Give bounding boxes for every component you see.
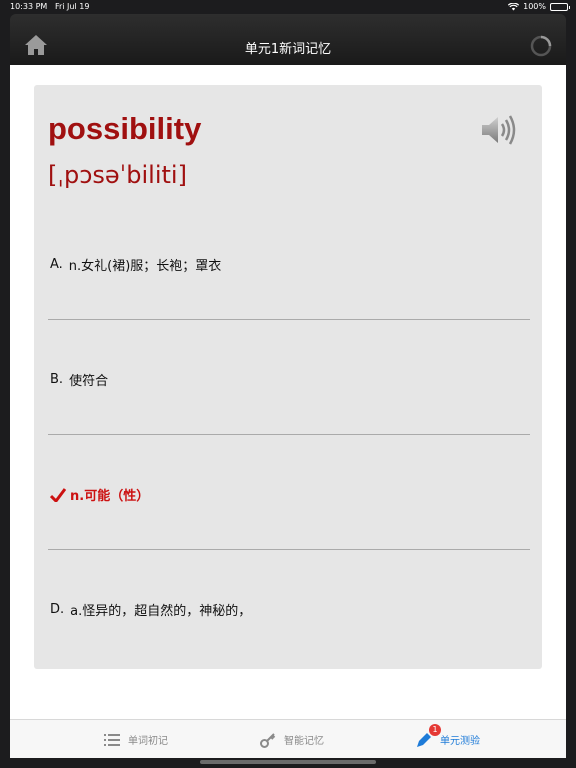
option-c-text: n.可能（性） (50, 485, 149, 504)
option-b[interactable]: B. 使符合 (48, 320, 530, 435)
key-icon (260, 732, 276, 748)
tab-label: 智能记忆 (284, 736, 324, 747)
tab-initial-memorize[interactable]: 单词初记 (104, 720, 168, 759)
tab-bar: 单词初记 智能记忆 1 单元测验 (10, 719, 566, 758)
wifi-icon (508, 2, 520, 10)
battery-icon (550, 2, 570, 11)
checkmark-icon (50, 487, 66, 502)
tab-label: 单词初记 (128, 736, 168, 747)
list-icon (104, 733, 120, 746)
option-a-text: A. n.女礼(裙)服；长袍；罩衣 (50, 257, 222, 274)
speaker-icon[interactable] (480, 113, 516, 147)
main-content: possibility [ˌpɔsəˈbiliti] A. n.女礼(裙)服；长袍… (10, 65, 566, 719)
option-d-text: D. a.怪异的，超自然的，神秘的， (50, 602, 252, 619)
status-right: 100% (508, 2, 570, 11)
phonetic-text: [ˌpɔsəˈbiliti] (48, 161, 187, 189)
status-bar: 10:33 PM Fri Jul 19 100% (0, 0, 576, 14)
status-time-date: 10:33 PM Fri Jul 19 (10, 2, 90, 11)
tab-label: 单元测验 (440, 736, 480, 747)
option-a[interactable]: A. n.女礼(裙)服；长袍；罩衣 (48, 205, 530, 320)
word-text: possibility (48, 111, 202, 146)
option-b-text: B. 使符合 (50, 372, 109, 389)
word-card: possibility [ˌpɔsəˈbiliti] A. n.女礼(裙)服；长袍… (34, 85, 542, 669)
tab-unit-test[interactable]: 1 单元测验 (416, 720, 480, 759)
tab-smart-memory[interactable]: 智能记忆 (260, 720, 324, 759)
page-title: 单元1新词记忆 (244, 42, 332, 57)
notification-badge: 1 (429, 724, 441, 736)
home-indicator[interactable] (200, 760, 376, 764)
option-c-correct[interactable]: n.可能（性） (48, 435, 530, 550)
battery-percent: 100% (523, 2, 546, 11)
navigation-bar: 单元1新词记忆 (10, 14, 566, 65)
option-d[interactable]: D. a.怪异的，超自然的，神秘的， (48, 550, 530, 665)
loading-spinner-icon (530, 35, 552, 57)
